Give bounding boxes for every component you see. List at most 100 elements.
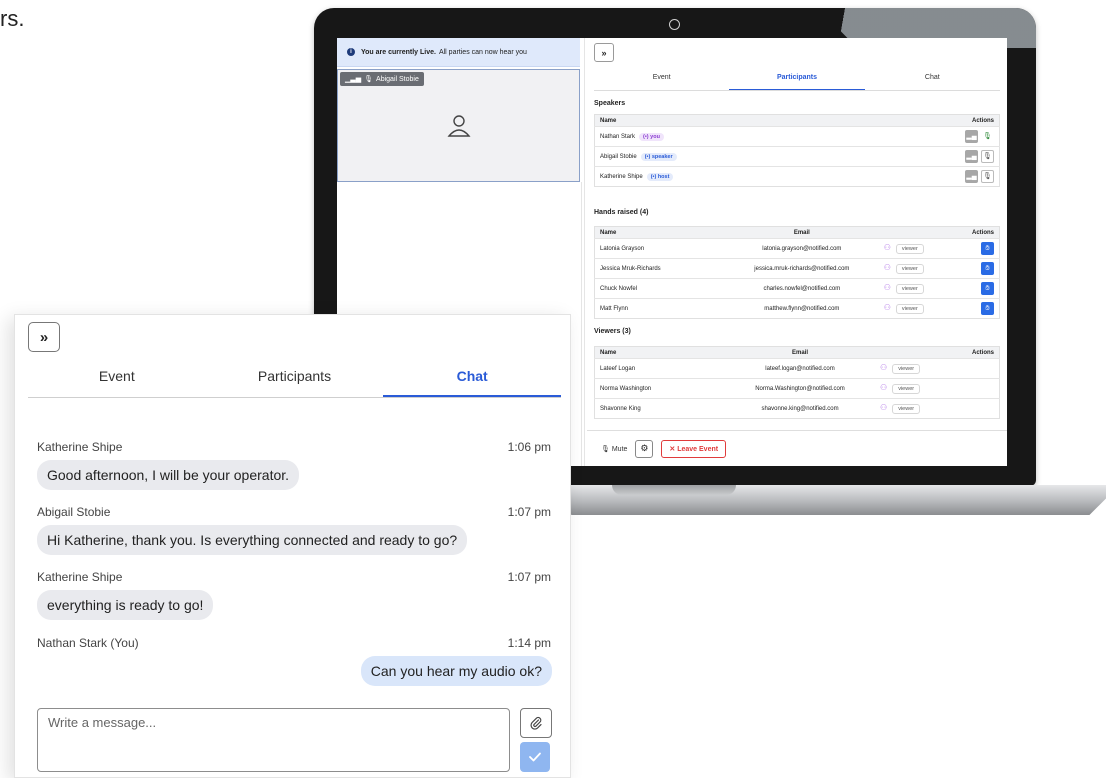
chat-panel: » Event Participants Chat Katherine Ship… [14, 314, 571, 778]
user-icon[interactable]: ⚇ [880, 383, 887, 392]
viewer-email: shavonne.king@notified.com [725, 398, 876, 419]
gear-icon: ⚙ [640, 443, 649, 453]
signal-icon[interactable]: ▂▄ [965, 150, 978, 163]
speakers-title: Speakers [594, 100, 626, 107]
tab-participants[interactable]: Participants [206, 362, 384, 397]
camera-icon [669, 19, 680, 30]
laptop-notch [612, 485, 736, 495]
viewers-table: Name Email Actions Lateef Logan lateef.l… [594, 346, 1000, 419]
mic-icon[interactable]: 🎙︎ [981, 150, 994, 163]
viewer-pill[interactable]: viewer [892, 384, 921, 394]
tab-event[interactable]: Event [594, 70, 729, 90]
user-avatar-icon [447, 115, 471, 137]
table-row: Jessica Mruk-Richards jessica.mruk-richa… [594, 258, 1000, 279]
signal-icon[interactable]: ▂▄ [965, 130, 978, 143]
leave-label: Leave Event [677, 445, 719, 453]
message-time: 1:07 pm [507, 570, 551, 584]
table-row: Nathan Stark (•) you ▂▄ 🎙︎ [594, 126, 1000, 147]
viewer-name: Lateef Logan [594, 358, 725, 379]
hand-name: Chuck Nowfel [594, 278, 725, 299]
viewer-pill[interactable]: viewer [892, 404, 921, 414]
table-row: Lateef Logan lateef.logan@notified.com ⚇… [594, 358, 1000, 379]
collapse-button[interactable]: » [594, 43, 614, 62]
viewer-pill[interactable]: viewer [892, 364, 921, 374]
viewer-pill[interactable]: viewer [895, 304, 924, 314]
col-name: Name [594, 346, 725, 359]
table-row: Matt Flynn matthew.flynn@notified.com ⚇ v… [594, 298, 1000, 319]
col-name: Name [594, 114, 867, 127]
speaker-name: Abigail Stobie [600, 153, 637, 160]
hand-name: Jessica Mruk-Richards [594, 258, 725, 279]
mic-icon[interactable]: 🎙︎ [981, 130, 994, 143]
table-row: Katherine Shipe (•) host ▂▄ 🎙︎ [594, 166, 1000, 187]
message-bubble: Hi Katherine, thank you. Is everything c… [37, 525, 468, 555]
viewer-email: Norma.Washington@notified.com [725, 378, 876, 399]
tab-event[interactable]: Event [28, 362, 206, 397]
user-icon[interactable]: ⚇ [880, 363, 887, 372]
col-email: Email [725, 346, 876, 359]
tab-participants[interactable]: Participants [729, 70, 865, 90]
message-input[interactable] [37, 708, 510, 772]
user-icon[interactable]: ⚇ [884, 303, 891, 312]
leave-event-button[interactable]: ✕ Leave Event [661, 439, 727, 458]
attach-button[interactable] [520, 708, 552, 738]
paperclip-icon [530, 716, 542, 730]
viewer-name: Norma Washington [594, 378, 725, 399]
table-row: Abigail Stobie (•) speaker ▂▄ 🎙︎ [594, 146, 1000, 167]
raised-hand-icon[interactable]: ✋︎ [981, 302, 994, 315]
col-actions: Actions [950, 346, 1000, 359]
raised-hand-icon[interactable]: ✋︎ [981, 242, 994, 255]
message-sender: Katherine Shipe [37, 570, 123, 584]
message-meta: Katherine Shipe 1:07 pm [37, 570, 551, 584]
hand-email: jessica.mruk-richards@notified.com [725, 258, 879, 279]
message-bubble-own: Can you hear my audio ok? [360, 656, 552, 686]
user-icon[interactable]: ⚇ [880, 403, 887, 412]
role-tag: (•) you [639, 132, 664, 141]
role-tag: (•) speaker [640, 152, 677, 161]
message-time: 1:06 pm [507, 440, 551, 454]
user-icon[interactable]: ⚇ [884, 243, 891, 252]
table-row: Shavonne King shavonne.king@notified.com… [594, 398, 1000, 419]
signal-icon[interactable]: ▂▄ [965, 170, 978, 183]
hand-email: matthew.flynn@notified.com [725, 298, 879, 319]
raised-hand-icon[interactable]: ✋︎ [981, 282, 994, 295]
message-meta: Nathan Stark (You) 1:14 pm [37, 636, 551, 650]
speaker-name: Katherine Shipe [600, 173, 643, 180]
call-controls: 🎙︎ Mute ⚙ ✕ Leave Event [587, 430, 1007, 466]
table-row: Latonia Grayson latonia.grayson@notified… [594, 238, 1000, 259]
tab-chat[interactable]: Chat [383, 362, 562, 397]
col-actions: Actions [951, 226, 1000, 239]
hand-name: Latonia Grayson [594, 238, 725, 259]
mic-icon[interactable]: 🎙︎ [981, 170, 994, 183]
chat-tabs: Event Participants Chat [28, 362, 562, 398]
laptop-tabs: Event Participants Chat [594, 70, 1000, 91]
hands-raised-table: Name Email Actions Latonia Grayson laton… [594, 226, 1000, 319]
tab-chat[interactable]: Chat [865, 70, 1000, 90]
panel-divider [584, 38, 585, 466]
tile-name: Abigail Stobie [376, 75, 419, 83]
viewer-pill[interactable]: viewer [895, 264, 924, 274]
send-button[interactable] [520, 742, 550, 772]
banner-bold: You are currently Live. [361, 48, 436, 56]
tile-name-chip: ▁▃▅ 🎙︎ Abigail Stobie [340, 72, 424, 86]
video-tile[interactable]: ▁▃▅ 🎙︎ Abigail Stobie [337, 69, 580, 182]
message-sender: Nathan Stark (You) [37, 636, 139, 650]
collapse-button[interactable]: » [28, 322, 60, 352]
message-time: 1:14 pm [507, 636, 551, 650]
viewer-pill[interactable]: viewer [895, 244, 924, 254]
message-sender: Abigail Stobie [37, 505, 111, 519]
col-name: Name [594, 226, 725, 239]
raised-hand-icon[interactable]: ✋︎ [981, 262, 994, 275]
user-icon[interactable]: ⚇ [884, 283, 891, 292]
viewer-pill[interactable]: viewer [895, 284, 924, 294]
message-sender: Katherine Shipe [37, 440, 123, 454]
signal-icon: ▁▃▅ [345, 76, 362, 83]
settings-button[interactable]: ⚙ [635, 439, 654, 458]
live-banner: i You are currently Live. All parties ca… [337, 38, 580, 67]
mute-button[interactable]: 🎙︎ Mute [601, 445, 627, 453]
message-time: 1:07 pm [507, 505, 551, 519]
hand-name: Matt Flynn [594, 298, 725, 319]
user-icon[interactable]: ⚇ [884, 263, 891, 272]
mic-icon: 🎙︎ [364, 76, 374, 83]
message-bubble: everything is ready to go! [37, 590, 214, 620]
